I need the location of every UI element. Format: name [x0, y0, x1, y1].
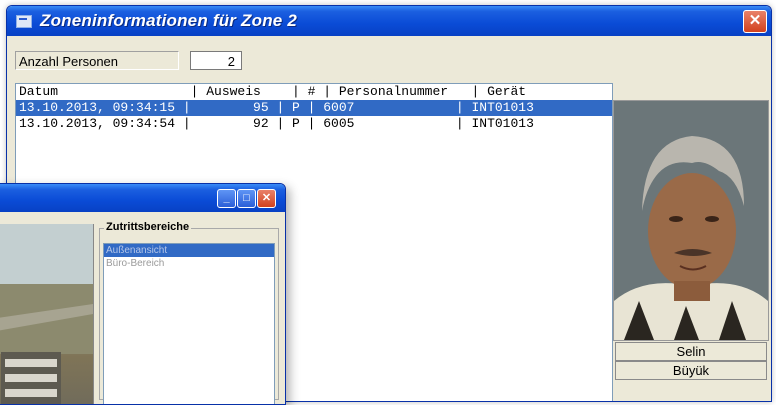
last-name-field: Büyük: [615, 361, 767, 380]
maximize-icon: □: [243, 192, 250, 204]
access-areas-list[interactable]: Außenansicht Büro-Bereich: [103, 243, 275, 404]
close-icon: ✕: [261, 192, 272, 204]
person-count-label: Anzahl Personen: [15, 51, 179, 70]
site-aerial-image: [0, 224, 94, 404]
close-button[interactable]: ✕: [743, 10, 767, 33]
minimize-icon: _: [223, 192, 230, 204]
close-icon: ✕: [748, 12, 762, 29]
list-row[interactable]: 13.10.2013, 09:34:54 | 92 | P | 6005 | I…: [16, 116, 612, 132]
access-areas-window: _ □ ✕ Zutrittsbereiche Außenansicht Büro…: [0, 183, 286, 405]
access-areas-group: Zutrittsbereiche Außenansicht Büro-Berei…: [99, 221, 279, 404]
first-name-field: Selin: [615, 342, 767, 361]
person-photo: [613, 100, 769, 341]
sub-title-bar[interactable]: _ □ ✕: [0, 184, 285, 212]
window-icon: [16, 14, 32, 28]
sub-close-button[interactable]: ✕: [257, 189, 276, 208]
access-areas-title: Zutrittsbereiche: [104, 221, 192, 233]
list-item[interactable]: Büro-Bereich: [104, 257, 274, 270]
maximize-button[interactable]: □: [237, 189, 256, 208]
list-item[interactable]: Außenansicht: [104, 244, 274, 257]
list-row[interactable]: 13.10.2013, 09:34:15 | 95 | P | 6007 | I…: [16, 100, 612, 116]
list-header: Datum | Ausweis | # | Personalnummer | G…: [19, 84, 527, 99]
window-title: Zoneninformationen für Zone 2: [40, 11, 298, 30]
person-count-value: 2: [190, 51, 242, 70]
minimize-button[interactable]: _: [217, 189, 236, 208]
title-bar[interactable]: Zoneninformationen für Zone 2 ✕: [7, 6, 771, 36]
